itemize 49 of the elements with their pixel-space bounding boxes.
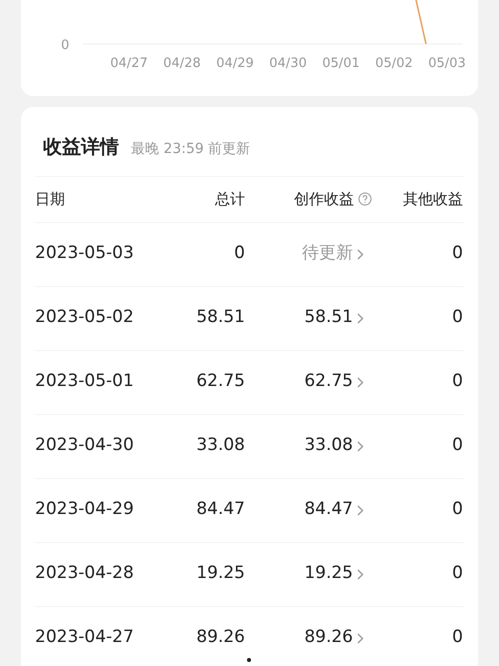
chevron-icon bbox=[357, 376, 364, 388]
section-title: 收益详情 bbox=[43, 135, 119, 160]
creative-income-link[interactable]: 62.75 bbox=[245, 369, 372, 395]
chevron-icon bbox=[357, 632, 364, 644]
creative-income-link[interactable]: 19.25 bbox=[245, 561, 372, 587]
date-cell-text: 2023-05-03 bbox=[35, 242, 134, 266]
chevron-icon bbox=[357, 568, 364, 580]
other-income-cell-text: 0 bbox=[452, 306, 463, 330]
total-cell-text: 84.47 bbox=[196, 498, 245, 522]
axis-label: 05/03 bbox=[427, 55, 467, 73]
date-cell-text: 2023-05-02 bbox=[35, 306, 134, 330]
total-cell-text: 19.25 bbox=[196, 562, 245, 586]
other-income-cell-text: 0 bbox=[452, 562, 463, 586]
total-cell-text: 58.51 bbox=[196, 306, 245, 330]
total-cell-text: 0 bbox=[234, 242, 245, 266]
date-cell-text: 2023-04-27 bbox=[35, 626, 134, 650]
axis-label: 04/28 bbox=[162, 55, 202, 73]
chevron-icon bbox=[357, 440, 364, 452]
date-cell-text: 2023-04-30 bbox=[35, 434, 134, 458]
other-income-cell-text: 0 bbox=[452, 626, 463, 650]
other-income-cell-text: 0 bbox=[452, 370, 463, 394]
total-cell-text: 62.75 bbox=[196, 370, 245, 394]
date-cell-text: 2023-05-01 bbox=[35, 370, 134, 394]
axis-label: 0 bbox=[61, 37, 70, 55]
other-income-cell-text: 0 bbox=[452, 434, 463, 458]
chevron-icon bbox=[357, 248, 364, 260]
creative-income-link[interactable]: 58.51 bbox=[245, 305, 372, 331]
date-cell-text: 2023-04-29 bbox=[35, 498, 134, 522]
column-header: 创作收益 bbox=[294, 188, 354, 210]
column-header: 日期 bbox=[35, 188, 65, 210]
chevron-icon bbox=[357, 504, 364, 516]
help-icon[interactable] bbox=[358, 192, 372, 206]
column-header: 其他收益 bbox=[403, 188, 463, 210]
creative-income-link[interactable]: 33.08 bbox=[245, 433, 372, 459]
axis-label: 04/29 bbox=[215, 55, 255, 73]
update-note: 最晚 23:59 前更新 bbox=[131, 140, 250, 159]
axis-label: 05/01 bbox=[321, 55, 361, 73]
creative-income-link[interactable]: 89.26 bbox=[245, 625, 372, 651]
axis-label: 05/02 bbox=[374, 55, 414, 73]
chevron-icon bbox=[357, 312, 364, 324]
axis-label: 04/30 bbox=[268, 55, 308, 73]
total-cell-text: 33.08 bbox=[196, 434, 245, 458]
other-income-cell-text: 0 bbox=[452, 498, 463, 522]
creative-income-link[interactable]: 84.47 bbox=[245, 497, 372, 523]
date-cell-text: 2023-04-28 bbox=[35, 562, 134, 586]
other-income-cell-text: 0 bbox=[452, 242, 463, 266]
total-cell-text: 89.26 bbox=[196, 626, 245, 650]
axis-label: 04/27 bbox=[109, 55, 149, 73]
column-header: 总计 bbox=[215, 188, 245, 210]
